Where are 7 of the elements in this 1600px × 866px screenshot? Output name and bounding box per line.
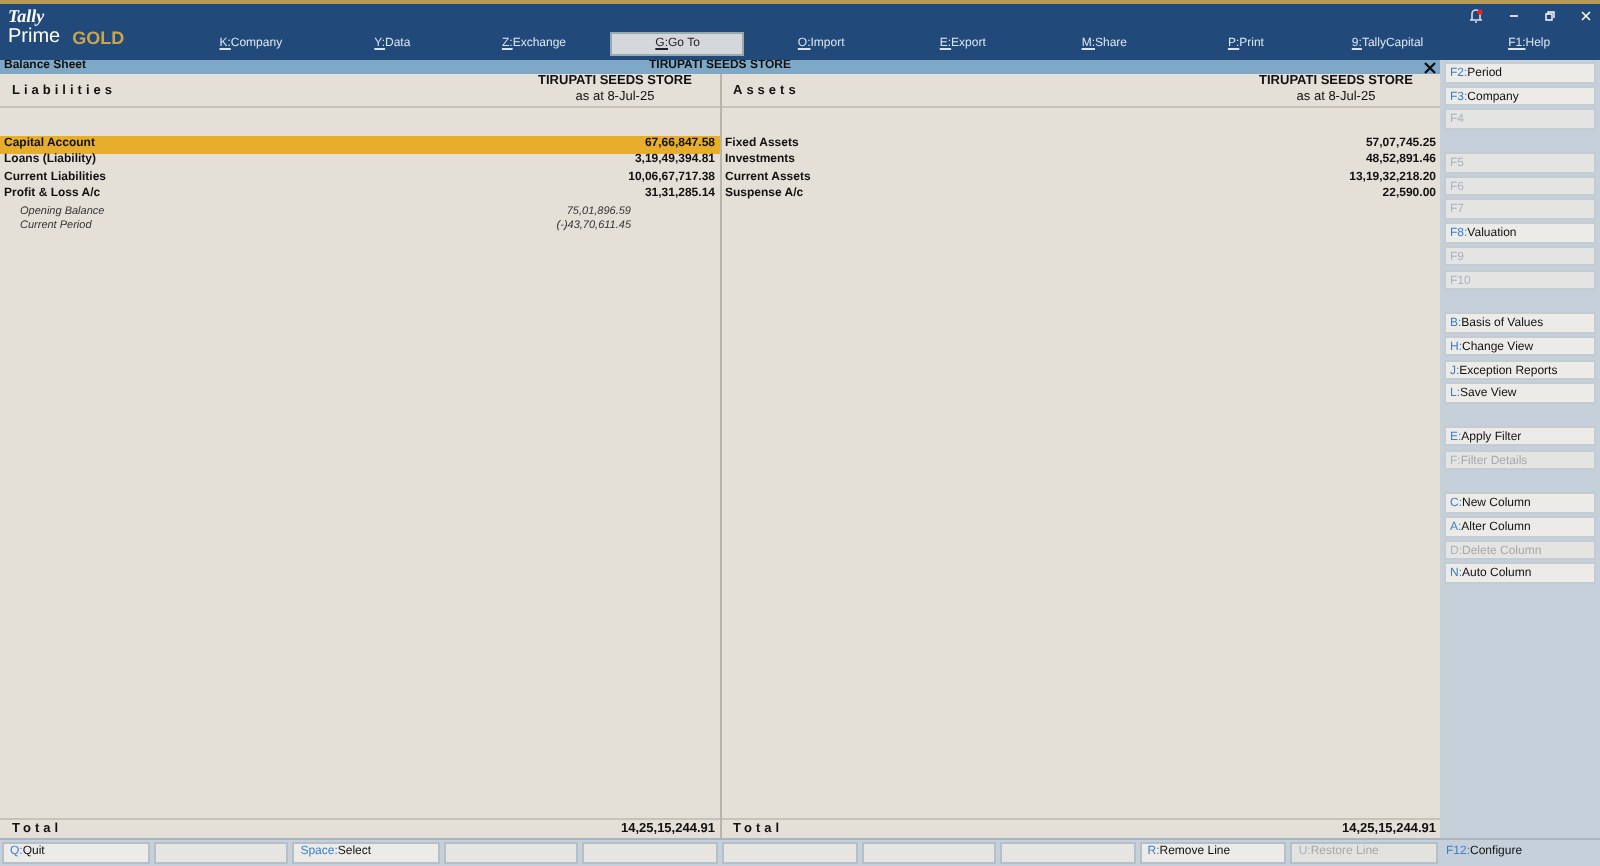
logo-edition: GOLD — [72, 26, 125, 50]
close-icon[interactable] — [1424, 61, 1437, 73]
restore-icon[interactable] — [1544, 10, 1556, 22]
bell-icon[interactable] — [1468, 8, 1484, 24]
logo-brand: Tally — [8, 8, 47, 26]
logo-product: Prime — [8, 26, 61, 50]
minimize-icon[interactable] — [1508, 10, 1520, 22]
